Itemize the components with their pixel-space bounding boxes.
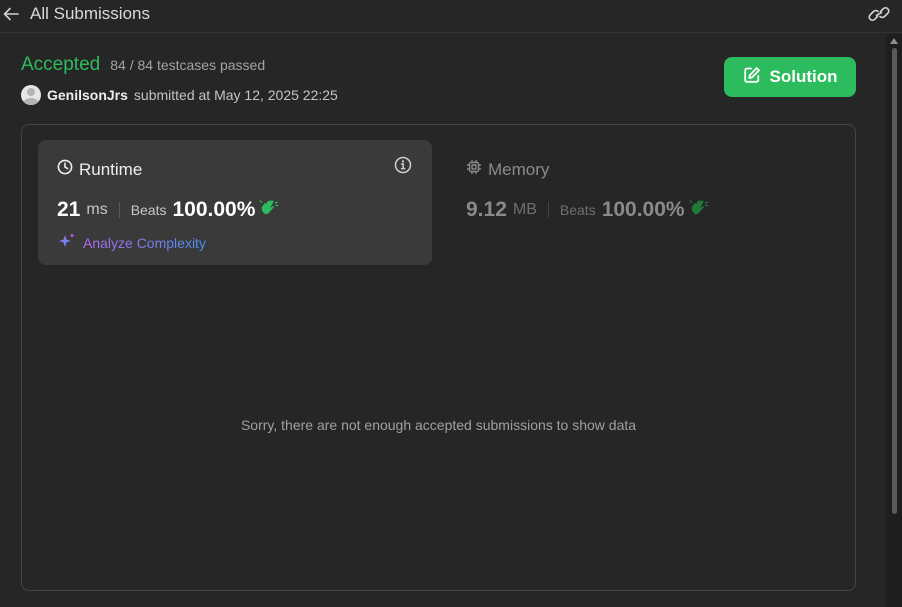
performance-panel: Runtime 21 ms Beats 100.00% Analyze Comp… [21,124,856,591]
runtime-metric-row: 21 ms Beats 100.00% [57,197,279,222]
scroll-up-arrow-icon[interactable] [890,38,898,44]
memory-card[interactable]: Memory 9.12 MB Beats 100.00% [448,140,842,265]
scrollbar[interactable] [886,34,902,607]
memory-metric-row: 9.12 MB Beats 100.00% [466,197,709,222]
status-accepted: Accepted [21,54,101,75]
testcases-passed: 84 / 84 testcases passed [110,57,266,73]
link-icon[interactable] [868,4,890,29]
runtime-unit: ms [86,200,108,218]
divider [547,201,549,218]
runtime-beats-value: 100.00% [172,197,256,221]
back-to-submissions-button[interactable]: All Submissions [2,4,150,24]
runtime-card[interactable]: Runtime 21 ms Beats 100.00% Analyze Comp… [38,140,432,265]
empty-distribution-message: Sorry, there are not enough accepted sub… [240,417,637,433]
username[interactable]: GenilsonJrs [47,87,128,103]
analyze-complexity-label: Analyze Complexity [83,234,206,251]
top-bar: All Submissions [0,0,902,33]
clap-icon [259,197,279,222]
submission-detail-panel: All Submissions Accepted 84 / 84 testcas… [0,0,902,607]
runtime-beats-label: Beats [130,201,167,218]
info-icon[interactable] [394,156,412,179]
runtime-title: Runtime [57,159,142,180]
memory-title: Memory [466,159,549,180]
status-row: Accepted 84 / 84 testcases passed [21,54,265,76]
solution-button[interactable]: Solution [724,57,856,97]
memory-beats-label: Beats [559,201,596,218]
runtime-value: 21 [57,197,81,221]
submitted-time: submitted at May 12, 2025 22:25 [133,87,338,103]
memory-title-label: Memory [488,159,550,179]
clock-icon [57,159,73,180]
edit-icon [743,66,761,89]
avatar[interactable] [21,85,41,105]
arrow-left-icon [2,5,20,23]
memory-beats-value: 100.00% [601,197,685,221]
analyze-complexity-button[interactable]: Analyze Complexity [57,231,206,254]
clap-icon [689,197,709,222]
submitter-row: GenilsonJrs submitted at May 12, 2025 22… [21,85,338,105]
sparkle-icon [57,231,77,254]
memory-value: 9.12 [466,197,507,221]
runtime-title-label: Runtime [79,159,143,179]
scrollbar-thumb[interactable] [892,48,897,514]
divider [118,201,120,218]
solution-label: Solution [769,67,838,86]
memory-unit: MB [512,200,537,218]
back-label: All Submissions [30,4,150,23]
chip-icon [466,159,482,180]
